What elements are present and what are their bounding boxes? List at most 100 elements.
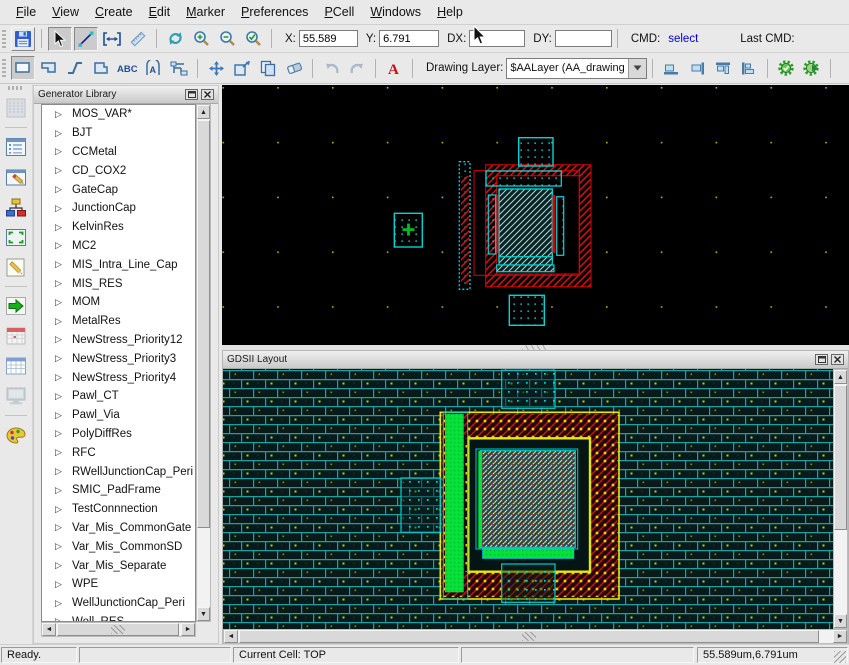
expander-icon[interactable]: ▷ [55,372,67,383]
scroll-right-button[interactable]: ► [181,623,195,636]
display-monitor-button[interactable] [3,383,29,409]
polygon90-tool-button[interactable] [89,56,113,80]
menu-view[interactable]: View [44,3,87,21]
toolbar-drag-handle[interactable] [2,30,6,48]
edit-cell-button[interactable] [3,164,29,190]
settings-pcell-button[interactable] [800,56,824,80]
list-item[interactable]: ▷TestConnnection [42,500,195,519]
scroll-left-button[interactable]: ◄ [224,630,238,643]
run-pcell-button[interactable] [774,56,798,80]
expander-icon[interactable]: ▷ [55,466,67,477]
toolbar-drag-handle[interactable] [8,86,24,90]
gdsii-titlebar[interactable]: GDSII Layout [223,351,848,369]
layout-shape-top-contact[interactable] [519,138,553,166]
expander-icon[interactable]: ▷ [55,353,67,364]
layout-canvas[interactable] [222,85,849,345]
layout-shape-bottom-strip1[interactable] [499,257,552,265]
expander-icon[interactable]: ▷ [55,541,67,552]
list-item[interactable]: ▷Var_Mis_CommonGate [42,519,195,538]
list-item[interactable]: ▷RFC [42,443,195,462]
select-tool-button[interactable] [48,27,72,51]
expander-icon[interactable]: ▷ [55,203,67,214]
layout-shape-tall-bar[interactable] [459,162,470,290]
align-top-button[interactable] [711,56,735,80]
instance-tool-button[interactable] [167,56,191,80]
expander-icon[interactable]: ▷ [55,334,67,345]
expander-icon[interactable]: ▷ [55,109,67,120]
expander-icon[interactable]: ▷ [55,146,67,157]
generator-library-titlebar[interactable]: Generator Library [34,86,218,104]
stretch-edit-button[interactable] [230,56,254,80]
rectangle-tool-button[interactable] [11,56,35,80]
list-item[interactable]: ▷MIS_Intra_Line_Cap [42,255,195,274]
layout-shape-top-band[interactable] [486,171,561,186]
menu-preferences[interactable]: Preferences [233,3,316,21]
hierarchy-button[interactable] [3,194,29,220]
scrollbar-thumb[interactable] [239,630,819,643]
expander-icon[interactable]: ▷ [55,240,67,251]
menu-windows[interactable]: Windows [362,3,429,21]
gds-shape-center-plate[interactable] [480,451,575,548]
menu-create[interactable]: Create [87,3,141,21]
expander-icon[interactable]: ▷ [55,485,67,496]
list-item[interactable]: ▷PolyDiffRes [42,425,195,444]
gds-shape-green-vbar[interactable] [445,414,464,592]
close-panel-button[interactable] [831,354,844,365]
list-item[interactable]: ▷BJT [42,124,195,143]
grid-table-button[interactable] [3,353,29,379]
layout-shape-side-bar-right[interactable] [557,197,564,256]
expander-icon[interactable]: ▷ [55,297,67,308]
copy-button[interactable] [256,56,280,80]
note-edit-button[interactable] [3,254,29,280]
cmd-value[interactable]: select [668,33,698,45]
expander-icon[interactable]: ▷ [55,428,67,439]
combo-dropdown-button[interactable] [628,59,646,78]
expander-icon[interactable]: ▷ [55,184,67,195]
list-item[interactable]: ▷RWellJunctionCap_Peri [42,462,195,481]
annotation-text-button[interactable]: A [382,56,406,80]
ruler-line-tool-button[interactable] [74,27,98,51]
list-item[interactable]: ▷NewStress_Priority4 [42,368,195,387]
layout-shape-red-bar-right[interactable] [553,195,556,253]
layout-shape-bottom-contact[interactable] [509,295,544,325]
measure-tool-button[interactable] [126,27,150,51]
gdsii-canvas[interactable] [223,369,833,629]
calendar-grid-button[interactable] [3,323,29,349]
dx-input[interactable] [469,30,525,47]
gdsii-vertical-scrollbar[interactable]: ▲ ▼ [833,369,848,629]
list-item[interactable]: ▷Pawl_CT [42,387,195,406]
list-item[interactable]: ▷Var_Mis_Separate [42,556,195,575]
menu-pcell[interactable]: PCell [316,3,362,21]
scroll-up-button[interactable]: ▲ [834,370,847,384]
menu-edit[interactable]: Edit [141,3,179,21]
menu-file[interactable]: File [8,3,44,21]
list-item[interactable]: ▷JunctionCap [42,199,195,218]
list-item[interactable]: ▷MOM [42,293,195,312]
list-item[interactable]: ▷MetalRes [42,312,195,331]
gds-shape-bottom-port[interactable] [502,564,555,602]
align-bottom-button[interactable] [659,56,683,80]
scroll-up-button[interactable]: ▲ [197,105,210,119]
path-tool-button[interactable] [63,56,87,80]
menu-help[interactable]: Help [429,3,471,21]
float-panel-button[interactable] [815,354,828,365]
resize-grip[interactable] [834,651,846,663]
dy-input[interactable] [555,30,612,47]
list-item[interactable]: ▷CD_COX2 [42,161,195,180]
move-tool-button[interactable] [204,56,228,80]
go-next-button[interactable] [3,293,29,319]
expander-icon[interactable]: ▷ [55,504,67,515]
close-panel-button[interactable] [201,89,214,100]
scrollbar-thumb[interactable] [834,385,847,530]
expander-icon[interactable]: ▷ [55,259,67,270]
color-palette-button[interactable] [3,422,29,448]
toolbar-drag-handle[interactable] [2,59,6,77]
expander-icon[interactable]: ▷ [55,598,67,609]
text-tool-button[interactable]: ABC [115,56,139,80]
list-item[interactable]: ▷NewStress_Priority12 [42,331,195,350]
list-item[interactable]: ▷Var_Mis_CommonSD [42,537,195,556]
delete-button[interactable] [282,56,306,80]
stretch-tool-button[interactable] [100,27,124,51]
float-panel-button[interactable] [185,89,198,100]
label-tool-button[interactable]: A [141,56,165,80]
